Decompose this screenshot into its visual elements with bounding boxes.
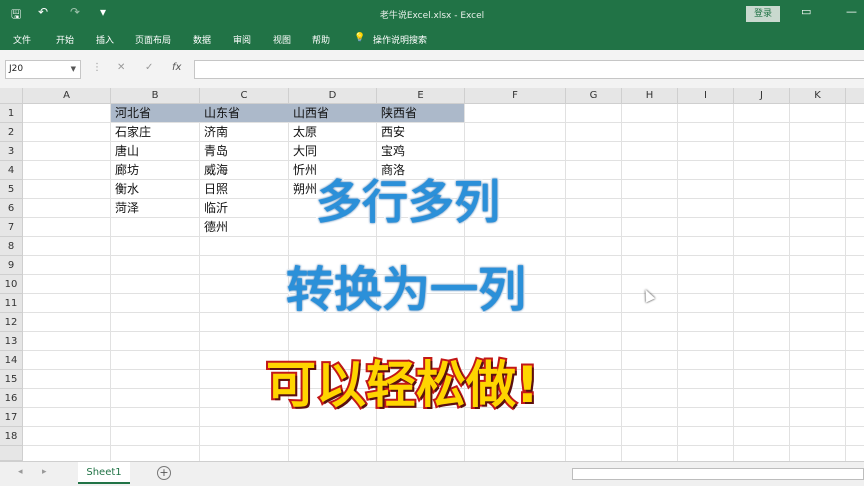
tab-home[interactable]: 开始 bbox=[56, 33, 74, 46]
column-header-d[interactable]: D bbox=[289, 88, 377, 104]
add-sheet-icon[interactable]: + bbox=[157, 466, 171, 480]
cell-b6[interactable]: 菏泽 bbox=[111, 199, 139, 218]
cell-c5[interactable]: 日照 bbox=[200, 180, 228, 199]
row-header[interactable]: 6 bbox=[0, 199, 23, 218]
row-header[interactable]: 3 bbox=[0, 142, 23, 161]
cell-c2[interactable]: 济南 bbox=[200, 123, 228, 142]
row-header[interactable]: 10 bbox=[0, 275, 23, 294]
cell-e2[interactable]: 西安 bbox=[377, 123, 405, 142]
chevron-down-icon[interactable]: ▼ bbox=[71, 61, 76, 78]
overlay-caption-line3: 可以轻松做! bbox=[264, 354, 541, 416]
tab-view[interactable]: 视图 bbox=[273, 33, 291, 46]
tab-insert[interactable]: 插入 bbox=[96, 33, 114, 46]
row-header[interactable]: 2 bbox=[0, 123, 23, 142]
document-title: 老牛说Excel.xlsx - Excel bbox=[379, 11, 485, 21]
search-tell-me[interactable]: 操作说明搜索 bbox=[373, 33, 427, 46]
ribbon-display-icon[interactable]: ▭ bbox=[801, 5, 811, 18]
login-button[interactable]: 登录 bbox=[746, 6, 780, 22]
minimize-icon[interactable]: — bbox=[846, 5, 857, 18]
name-box-value: J20 bbox=[9, 64, 24, 74]
row-header[interactable]: 16 bbox=[0, 389, 23, 408]
row-header[interactable]: 4 bbox=[0, 161, 23, 180]
column-header-j[interactable]: J bbox=[734, 88, 790, 104]
tab-review[interactable]: 审阅 bbox=[233, 33, 251, 46]
prev-sheet-icon[interactable]: ◂ bbox=[18, 467, 23, 477]
cell-e3[interactable]: 宝鸡 bbox=[377, 142, 405, 161]
overlay-caption-line2: 转换为一列 bbox=[284, 261, 527, 320]
column-header-k[interactable]: K bbox=[790, 88, 846, 104]
tab-help[interactable]: 帮助 bbox=[312, 33, 330, 46]
column-header-c[interactable]: C bbox=[200, 88, 289, 104]
column-header-e[interactable]: E bbox=[377, 88, 465, 104]
row-header[interactable]: 14 bbox=[0, 351, 23, 370]
title-bar: 🖫 ↶ ↷ ▾ 老牛说Excel.xlsx - Excel 登录 ▭ — bbox=[0, 0, 864, 28]
tab-data[interactable]: 数据 bbox=[193, 33, 211, 46]
column-header-g[interactable]: G bbox=[566, 88, 622, 104]
name-box[interactable]: J20 ▼ bbox=[5, 60, 81, 79]
row-header-partial[interactable] bbox=[0, 446, 23, 461]
column-header-f[interactable]: F bbox=[465, 88, 566, 104]
row-header[interactable]: 13 bbox=[0, 332, 23, 351]
cell-d3[interactable]: 大同 bbox=[289, 142, 317, 161]
column-header-a[interactable]: A bbox=[23, 88, 111, 104]
overlay-caption-line1: 多行多列 bbox=[315, 174, 502, 231]
cell-d1[interactable]: 山西省 bbox=[289, 104, 329, 123]
cell-b5[interactable]: 衡水 bbox=[111, 180, 139, 199]
row-header[interactable]: 5 bbox=[0, 180, 23, 199]
sheet-tab-sheet1[interactable]: Sheet1 bbox=[78, 462, 130, 484]
row-header[interactable]: 12 bbox=[0, 313, 23, 332]
column-header-l[interactable] bbox=[846, 88, 864, 104]
select-all-corner[interactable] bbox=[0, 88, 23, 104]
column-header-h[interactable]: H bbox=[622, 88, 678, 104]
cell-d5[interactable]: 朔州 bbox=[289, 180, 317, 199]
cell-c3[interactable]: 青岛 bbox=[200, 142, 228, 161]
cell-c7[interactable]: 德州 bbox=[200, 218, 228, 237]
horizontal-scrollbar[interactable] bbox=[572, 468, 864, 480]
row-header[interactable]: 18 bbox=[0, 427, 23, 446]
column-header-i[interactable]: I bbox=[678, 88, 734, 104]
formula-bar: J20 ▼ ⋮ ✕ ✓ fx bbox=[0, 50, 864, 88]
lightbulb-icon: 💡 bbox=[354, 33, 366, 43]
cell-e1[interactable]: 陕西省 bbox=[377, 104, 417, 123]
column-header-b[interactable]: B bbox=[111, 88, 200, 104]
row-header[interactable]: 11 bbox=[0, 294, 23, 313]
cell-d4[interactable]: 忻州 bbox=[289, 161, 317, 180]
cancel-icon[interactable]: ✕ bbox=[117, 62, 125, 73]
cell-b4[interactable]: 廊坊 bbox=[111, 161, 139, 180]
formula-input[interactable] bbox=[194, 60, 864, 79]
cell-b2[interactable]: 石家庄 bbox=[111, 123, 151, 142]
more-icon: ⋮ bbox=[92, 62, 102, 73]
enter-icon[interactable]: ✓ bbox=[145, 62, 153, 73]
row-header[interactable]: 7 bbox=[0, 218, 23, 237]
cell-c6[interactable]: 临沂 bbox=[200, 199, 228, 218]
tab-page-layout[interactable]: 页面布局 bbox=[135, 33, 171, 46]
cell-c4[interactable]: 威海 bbox=[200, 161, 228, 180]
row-header[interactable]: 1 bbox=[0, 104, 23, 123]
insert-function-icon[interactable]: fx bbox=[172, 62, 181, 73]
cell-d2[interactable]: 太原 bbox=[289, 123, 317, 142]
sheet-tab-bar: ◂ ▸ Sheet1 + bbox=[0, 461, 864, 486]
ribbon-tabs: 文件 开始 插入 页面布局 数据 审阅 视图 帮助 💡 操作说明搜索 bbox=[0, 28, 864, 50]
cell-b1[interactable]: 河北省 bbox=[111, 104, 151, 123]
row-header[interactable]: 17 bbox=[0, 408, 23, 427]
row-header[interactable]: 9 bbox=[0, 256, 23, 275]
next-sheet-icon[interactable]: ▸ bbox=[42, 467, 47, 477]
row-header[interactable]: 8 bbox=[0, 237, 23, 256]
tab-file[interactable]: 文件 bbox=[13, 33, 31, 46]
cell-c1[interactable]: 山东省 bbox=[200, 104, 240, 123]
row-header[interactable]: 15 bbox=[0, 370, 23, 389]
cell-b3[interactable]: 唐山 bbox=[111, 142, 139, 161]
